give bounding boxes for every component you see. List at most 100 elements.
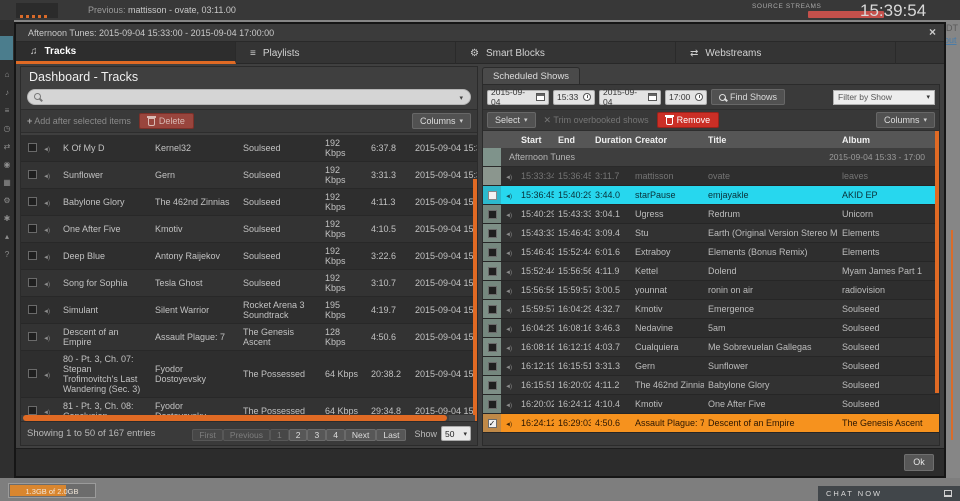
checkbox-cell[interactable] (21, 221, 43, 238)
checkbox-cell[interactable] (483, 205, 501, 223)
preview-cell[interactable]: ◄) (501, 380, 517, 390)
table-row[interactable]: ◄)81 - Pt. 3, Ch. 08: ConclusionFyodor D… (21, 398, 477, 415)
page-button-next[interactable]: Next (345, 429, 376, 441)
preview-cell[interactable]: ◄) (43, 140, 59, 156)
schedule-columns-button[interactable]: Columns▾ (876, 112, 935, 128)
row-checkbox[interactable] (28, 406, 37, 415)
tab-webstreams[interactable]: ⇄Webstreams (676, 42, 896, 64)
filter-by-show-select[interactable]: Filter by Show▾ (833, 90, 935, 105)
checkbox-cell[interactable] (483, 186, 501, 204)
schedule-row[interactable]: ◄)15:59:5716:04:294:32.7KmotivEmergenceS… (483, 300, 939, 319)
preview-cell[interactable]: ◄) (501, 190, 517, 200)
gear-icon[interactable]: ✱ (0, 214, 14, 223)
chat-widget[interactable]: CHAT NOW (818, 486, 960, 501)
music-icon[interactable]: ♪ (0, 88, 14, 97)
preview-cell[interactable]: ◄) (43, 366, 59, 382)
library-vertical-scrollbar[interactable] (473, 179, 477, 445)
home-icon[interactable]: ⌂ (0, 70, 14, 79)
checkbox-cell[interactable] (483, 376, 501, 394)
checkbox-cell[interactable] (483, 300, 501, 318)
row-checkbox[interactable] (488, 210, 497, 219)
playlist-icon[interactable]: ≡ (0, 106, 14, 115)
row-checkbox[interactable] (488, 324, 497, 333)
library-columns-button[interactable]: Columns▾ (412, 113, 471, 129)
schedule-row[interactable]: ◄)15:40:2915:43:333:04.1UgressRedrumUnic… (483, 205, 939, 224)
trim-overbooked-button[interactable]: ✕ Trim overbooked shows (544, 115, 649, 126)
search-dropdown-icon[interactable]: ▾ (459, 94, 463, 102)
table-row[interactable]: ◄)SunflowerGernSoulseed192 Kbps3:31.3201… (21, 162, 477, 189)
preview-cell[interactable]: ◄) (501, 285, 517, 295)
row-checkbox[interactable] (28, 197, 37, 206)
column-header-duration[interactable]: Duration (591, 135, 631, 145)
preview-cell[interactable]: ◄) (43, 275, 59, 291)
schedule-row[interactable]: ◄)15:52:4415:56:564:11.9KettelDolendMyam… (483, 262, 939, 281)
preview-cell[interactable]: ◄) (501, 418, 517, 428)
page-scrollbar[interactable] (951, 230, 953, 440)
preview-cell[interactable]: ◄) (43, 302, 59, 318)
tab-smart-blocks[interactable]: ⚙Smart Blocks (456, 42, 676, 64)
find-shows-button[interactable]: Find Shows (711, 89, 785, 105)
checkbox-cell[interactable] (21, 366, 43, 383)
row-checkbox[interactable] (488, 191, 497, 200)
checkbox-cell[interactable] (21, 302, 43, 319)
preview-cell[interactable]: ◄) (501, 228, 517, 238)
table-row[interactable]: ◄)K Of My DKernel32Soulseed192 Kbps6:37.… (21, 135, 477, 162)
schedule-row[interactable]: ◄)16:04:2916:08:163:46.3Nedavine5amSouls… (483, 319, 939, 338)
preview-cell[interactable]: ◄) (43, 329, 59, 345)
schedule-row[interactable]: ◄)16:20:0216:24:124:10.4KmotivOne After … (483, 395, 939, 414)
column-header-start[interactable]: Start (517, 135, 554, 145)
checkbox-cell[interactable] (483, 357, 501, 375)
delete-button[interactable]: Delete (139, 113, 194, 129)
preview-cell[interactable]: ◄) (501, 304, 517, 314)
row-checkbox[interactable] (28, 332, 37, 341)
column-header-album[interactable]: Album (838, 135, 939, 145)
schedule-row[interactable]: ◄)16:08:1616:12:194:03.7CualquieraMe Sob… (483, 338, 939, 357)
remove-button[interactable]: Remove (657, 112, 720, 128)
preview-cell[interactable]: ◄) (501, 323, 517, 333)
row-checkbox[interactable]: ✓ (488, 419, 497, 428)
row-checkbox[interactable] (488, 305, 497, 314)
preview-cell[interactable]: ◄) (43, 403, 59, 415)
schedule-row[interactable]: ◄)15:56:5615:59:573:00.5younnatronin on … (483, 281, 939, 300)
ok-button[interactable]: Ok (904, 454, 934, 471)
column-header-end[interactable]: End (554, 135, 591, 145)
row-checkbox[interactable] (488, 362, 497, 371)
wrench-icon[interactable]: ⚙ (0, 196, 14, 205)
preview-cell[interactable]: ◄) (43, 194, 59, 210)
checkbox-cell[interactable] (483, 395, 501, 413)
row-checkbox[interactable] (488, 381, 497, 390)
checkbox-cell[interactable] (21, 275, 43, 292)
page-button-2[interactable]: 2 (289, 429, 308, 441)
row-checkbox[interactable] (488, 248, 497, 257)
help-icon[interactable]: ? (0, 250, 14, 259)
checkbox-cell[interactable] (21, 194, 43, 211)
checkbox-cell[interactable] (483, 243, 501, 261)
checkbox-cell[interactable] (21, 329, 43, 346)
end-time-input[interactable]: 17:00 (665, 90, 707, 105)
checkbox-cell[interactable]: ✓ (483, 414, 501, 432)
row-checkbox[interactable] (28, 251, 37, 260)
stream-icon[interactable]: ⇄ (0, 142, 14, 151)
preview-cell[interactable]: ◄) (43, 167, 59, 183)
chart-icon[interactable]: ▴ (0, 232, 14, 241)
row-checkbox[interactable] (488, 343, 497, 352)
row-checkbox[interactable] (488, 229, 497, 238)
table-row[interactable]: ◄)Song for SophiaTesla GhostSoulseed192 … (21, 270, 477, 297)
scheduled-shows-tab[interactable]: Scheduled Shows (482, 67, 580, 85)
preview-cell[interactable]: ◄) (501, 266, 517, 276)
schedule-row[interactable]: ◄)16:15:5116:20:024:11.2The 462nd Zinnia… (483, 376, 939, 395)
select-button[interactable]: Select▾ (487, 112, 536, 128)
globe-icon[interactable]: ◉ (0, 160, 14, 169)
sidebar-active-item[interactable] (0, 36, 13, 60)
tab-playlists[interactable]: ≡Playlists (236, 42, 456, 64)
checkbox-cell[interactable] (21, 167, 43, 184)
row-checkbox[interactable] (488, 267, 497, 276)
table-row[interactable]: ◄)SimulantSilent WarriorRocket Arena 3 S… (21, 297, 477, 324)
checkbox-cell[interactable] (483, 319, 501, 337)
schedule-vertical-scrollbar[interactable] (935, 131, 939, 393)
schedule-row[interactable]: ✓◄)16:24:1216:29:034:50.6Assault Plague:… (483, 414, 939, 433)
column-header-creator[interactable]: Creator (631, 135, 704, 145)
preview-cell[interactable]: ◄) (501, 399, 517, 409)
row-checkbox[interactable] (28, 224, 37, 233)
table-row[interactable]: ◄)Descent of an EmpireAssault Plague: 7T… (21, 324, 477, 351)
